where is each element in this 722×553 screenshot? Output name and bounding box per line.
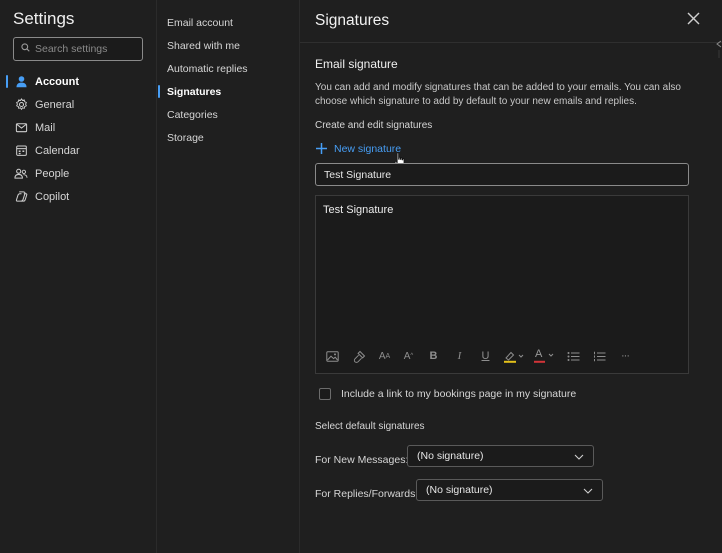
bold-button[interactable]: B: [427, 347, 440, 365]
subnav-item-automatic-replies[interactable]: Automatic replies: [157, 57, 299, 80]
subnav-item-categories[interactable]: Categories: [157, 103, 299, 126]
subnav-item-storage[interactable]: Storage: [157, 126, 299, 149]
nav-item-label: People: [35, 167, 70, 180]
new-messages-label: For New Messages:: [315, 454, 409, 466]
subnav-item-email-account[interactable]: Email account: [157, 11, 299, 34]
new-signature-label: New signature: [334, 142, 402, 155]
gear-icon: [14, 98, 28, 112]
account-subnav-pane: Email account Shared with me Automatic r…: [157, 0, 300, 553]
formatting-toolbar: AA A ^ B I U A ···: [326, 347, 632, 365]
app-title: Settings: [13, 9, 75, 28]
bookings-link-option[interactable]: Include a link to my bookings page in my…: [319, 388, 576, 400]
font-color-button[interactable]: A: [533, 347, 555, 365]
search-box[interactable]: [13, 37, 143, 61]
signature-description: You can add and modify signatures that c…: [315, 82, 681, 107]
pane-header: Signatures: [300, 0, 722, 43]
chevron-left-icon: [716, 38, 722, 58]
close-icon: [687, 12, 700, 28]
nav-item-label: Account: [35, 75, 79, 88]
format-painter-icon[interactable]: [353, 347, 366, 365]
person-icon: [14, 75, 28, 89]
signature-editor-text[interactable]: Test Signature: [323, 204, 393, 216]
chevron-down-icon: [583, 486, 593, 498]
section-title-email-signature: Email signature: [315, 57, 398, 71]
italic-button[interactable]: I: [453, 347, 466, 365]
create-edit-title: Create and edit signatures: [315, 120, 433, 131]
bookings-checkbox[interactable]: [319, 388, 331, 400]
signatures-pane: Signatures Email signature You can add a…: [300, 0, 722, 553]
subnav-item-shared-with-me[interactable]: Shared with me: [157, 34, 299, 57]
font-size-sup-glyph: A: [403, 350, 411, 362]
bookings-label: Include a link to my bookings page in my…: [341, 388, 577, 400]
calendar-icon: [14, 144, 28, 158]
more-options-button[interactable]: ···: [618, 347, 632, 365]
mail-icon: [14, 121, 28, 135]
highlighter-icon: [503, 350, 525, 363]
nav-item-people[interactable]: People: [0, 162, 156, 185]
new-messages-dropdown[interactable]: (No signature): [407, 445, 594, 467]
nav-item-general[interactable]: General: [0, 93, 156, 116]
nav-item-calendar[interactable]: Calendar: [0, 139, 156, 162]
search-input[interactable]: [35, 43, 135, 55]
underline-button[interactable]: U: [479, 347, 492, 365]
nav-item-account[interactable]: Account: [0, 70, 156, 93]
nav-item-label: Copilot: [35, 190, 70, 203]
replies-label: For Replies/Forwards:: [315, 488, 419, 500]
replies-dropdown[interactable]: (No signature): [416, 479, 603, 501]
font-size-increase-icon[interactable]: A ^: [402, 347, 415, 365]
chevron-down-icon: [574, 452, 584, 464]
font-size-decrease-icon[interactable]: AA: [378, 347, 391, 365]
people-icon: [14, 167, 28, 181]
pane-title: Signatures: [315, 12, 390, 29]
bullet-list-icon[interactable]: [567, 347, 580, 365]
replies-value: (No signature): [426, 484, 493, 496]
subnav-item-signatures[interactable]: Signatures: [157, 80, 299, 103]
signature-name-input[interactable]: [324, 168, 664, 181]
nav-item-mail[interactable]: Mail: [0, 116, 156, 139]
new-messages-value: (No signature): [417, 450, 484, 462]
settings-nav-pane: Settings Account General Mail: [0, 0, 157, 553]
account-subnav: Email account Shared with me Automatic r…: [157, 11, 299, 149]
nav-item-label: General: [35, 98, 75, 111]
settings-nav: Account General Mail Calendar People Cop…: [0, 70, 156, 208]
numbered-list-icon[interactable]: [593, 347, 606, 365]
nav-item-copilot[interactable]: Copilot: [0, 185, 156, 208]
insert-picture-icon[interactable]: [326, 347, 339, 365]
font-color-icon: A: [533, 348, 555, 363]
highlight-color-button[interactable]: [503, 347, 525, 365]
nav-item-label: Calendar: [35, 144, 80, 157]
search-icon: [21, 43, 30, 55]
new-signature-button[interactable]: New signature: [315, 140, 401, 157]
copilot-icon: [14, 190, 28, 204]
signature-name-field[interactable]: [315, 163, 689, 186]
signature-editor[interactable]: Test Signature AA A ^ B I U A ···: [315, 195, 689, 374]
plus-icon: [315, 142, 328, 155]
default-signatures-title: Select default signatures: [315, 421, 425, 432]
nav-item-label: Mail: [35, 121, 56, 134]
font-size-glyph: A: [378, 350, 386, 362]
close-button[interactable]: [685, 12, 701, 28]
